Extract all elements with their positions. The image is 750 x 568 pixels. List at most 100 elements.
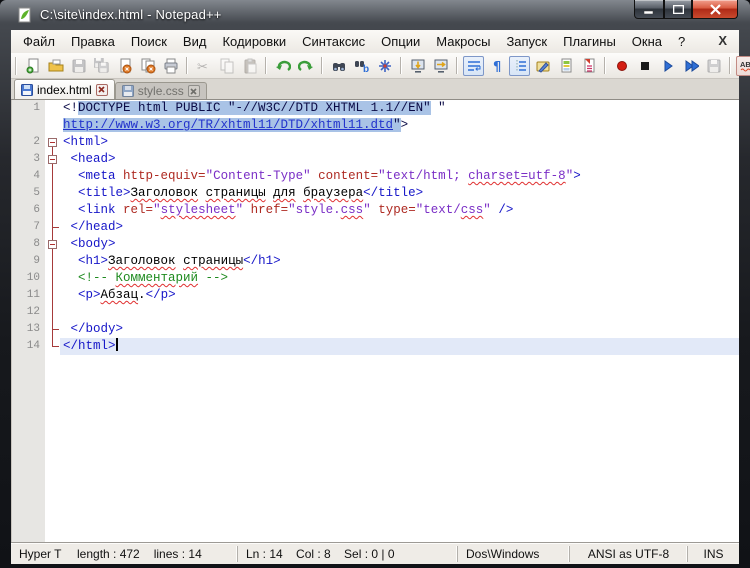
fold-collapse-box[interactable] xyxy=(48,240,57,249)
line-number: 4 xyxy=(12,168,45,185)
saved-file-icon xyxy=(122,85,134,97)
tab-close-icon[interactable] xyxy=(96,84,108,96)
tab-label: index.html xyxy=(37,83,92,97)
menu-item[interactable]: Окна xyxy=(624,32,670,51)
menu-item[interactable]: ? xyxy=(670,32,693,51)
code-line[interactable]: <title>Заголовок страницы для браузера</… xyxy=(60,185,739,202)
menu-item[interactable]: Правка xyxy=(63,32,123,51)
code-line[interactable]: <p>Абзац.</p> xyxy=(60,287,739,304)
macro-record-button[interactable] xyxy=(611,56,632,76)
zoom-in-button[interactable] xyxy=(374,56,395,76)
undo-button[interactable] xyxy=(272,56,293,76)
macro-stop-button[interactable] xyxy=(634,56,655,76)
copy-button[interactable] xyxy=(216,56,237,76)
user-define-dialog-button[interactable] xyxy=(532,56,553,76)
doc-map-button[interactable] xyxy=(555,56,576,76)
save-file-button[interactable] xyxy=(68,56,89,76)
menu-item[interactable]: Макросы xyxy=(428,32,498,51)
window-title: C:\site\index.html - Notepad++ xyxy=(40,7,222,22)
code-area[interactable]: <!DOCTYPE html PUBLIC "-//W3C//DTD XHTML… xyxy=(60,100,739,542)
fold-cell xyxy=(45,270,60,287)
line-number: 8 xyxy=(12,236,45,253)
status-caret-position: Ln : 14 Col : 8 Sel : 0 | 0 xyxy=(237,546,457,562)
tab-close-icon[interactable] xyxy=(188,85,200,97)
menu-item[interactable]: Файл xyxy=(15,32,63,51)
editor[interactable]: 1234567891011121314 <!DOCTYPE html PUBLI… xyxy=(11,100,739,542)
fold-collapse-box[interactable] xyxy=(48,138,57,147)
replace-button[interactable]: b xyxy=(351,56,372,76)
fold-cell xyxy=(45,168,60,185)
menu-item[interactable]: Запуск xyxy=(498,32,555,51)
new-file-button[interactable] xyxy=(22,56,43,76)
code-line[interactable]: <body> xyxy=(60,236,739,253)
code-line[interactable]: </body> xyxy=(60,321,739,338)
fold-cell xyxy=(45,287,60,304)
close-button[interactable] xyxy=(692,0,738,19)
code-line[interactable]: <!-- Комментарий --> xyxy=(60,270,739,287)
line-number: 7 xyxy=(12,219,45,236)
code-line[interactable]: <h1>Заголовок страницы</h1> xyxy=(60,253,739,270)
status-eol-format: Dos\Windows xyxy=(457,546,569,562)
fold-cell xyxy=(45,151,60,168)
tab-bar: index.html style.css xyxy=(11,79,739,100)
notepad-plus-plus-icon xyxy=(17,7,33,23)
toolbar-grip[interactable] xyxy=(15,57,17,75)
menu-item[interactable]: Синтаксис xyxy=(294,32,373,51)
paste-button[interactable] xyxy=(239,56,260,76)
fold-cell xyxy=(45,202,60,219)
cut-button[interactable]: ✂ xyxy=(193,56,214,76)
menu-item[interactable]: Кодировки xyxy=(214,32,294,51)
macro-save-button[interactable] xyxy=(703,56,724,76)
code-line[interactable]: </head> xyxy=(60,219,739,236)
open-file-button[interactable] xyxy=(45,56,66,76)
find-button[interactable] xyxy=(328,56,349,76)
code-line[interactable]: <html> xyxy=(60,134,739,151)
code-line[interactable]: <!DOCTYPE html PUBLIC "-//W3C//DTD XHTML… xyxy=(60,100,739,117)
close-all-button[interactable] xyxy=(137,56,158,76)
tab-index-html[interactable]: index.html xyxy=(14,79,115,99)
spell-check-button[interactable]: ABC xyxy=(736,56,750,76)
macro-run-multiple-button[interactable] xyxy=(680,56,701,76)
print-button[interactable] xyxy=(160,56,181,76)
code-line[interactable]: <head> xyxy=(60,151,739,168)
minimize-button[interactable] xyxy=(634,0,664,19)
menu-item[interactable]: Плагины xyxy=(555,32,624,51)
fold-cell xyxy=(45,219,60,236)
fold-cell xyxy=(45,253,60,270)
fold-cell xyxy=(45,236,60,253)
status-bar: Hyper T length : 472 lines : 14 Ln : 14 … xyxy=(11,542,739,564)
save-all-button[interactable] xyxy=(91,56,112,76)
macro-play-button[interactable] xyxy=(657,56,678,76)
tab-style-css[interactable]: style.css xyxy=(115,82,207,99)
indent-guide-button[interactable] xyxy=(509,56,530,76)
maximize-button[interactable] xyxy=(664,0,692,19)
code-line[interactable]: <link rel="stylesheet" href="style.css" … xyxy=(60,202,739,219)
tab-label: style.css xyxy=(138,84,184,98)
code-line[interactable] xyxy=(60,304,739,321)
fold-cell xyxy=(45,100,60,117)
fold-collapse-box[interactable] xyxy=(48,155,57,164)
function-list-button[interactable] xyxy=(578,56,599,76)
line-number: 9 xyxy=(12,253,45,270)
toolbar-separator xyxy=(186,57,188,74)
fold-cell xyxy=(45,304,60,321)
show-all-chars-button[interactable]: ¶ xyxy=(486,56,507,76)
menu-bar: ФайлПравкаПоискВидКодировкиСинтаксисОпци… xyxy=(11,30,739,53)
sync-vertical-button[interactable] xyxy=(407,56,428,76)
application-window: C:\site\index.html - Notepad++ ФайлПравк… xyxy=(0,0,750,568)
close-file-button[interactable] xyxy=(114,56,135,76)
line-number: 6 xyxy=(12,202,45,219)
sync-horizontal-button[interactable] xyxy=(430,56,451,76)
menu-item[interactable]: Опции xyxy=(373,32,428,51)
code-line[interactable]: </html> xyxy=(60,338,739,355)
menu-item[interactable]: Вид xyxy=(175,32,215,51)
menu-close-icon[interactable]: X xyxy=(714,33,731,48)
text-caret xyxy=(116,338,118,351)
code-line[interactable]: http://www.w3.org/TR/xhtml11/DTD/xhtml11… xyxy=(60,117,739,134)
line-number: 3 xyxy=(12,151,45,168)
word-wrap-button[interactable] xyxy=(463,56,484,76)
redo-button[interactable] xyxy=(295,56,316,76)
menu-item[interactable]: Поиск xyxy=(123,32,175,51)
code-line[interactable]: <meta http-equiv="Content-Type" content=… xyxy=(60,168,739,185)
toolbar-separator xyxy=(400,57,402,74)
